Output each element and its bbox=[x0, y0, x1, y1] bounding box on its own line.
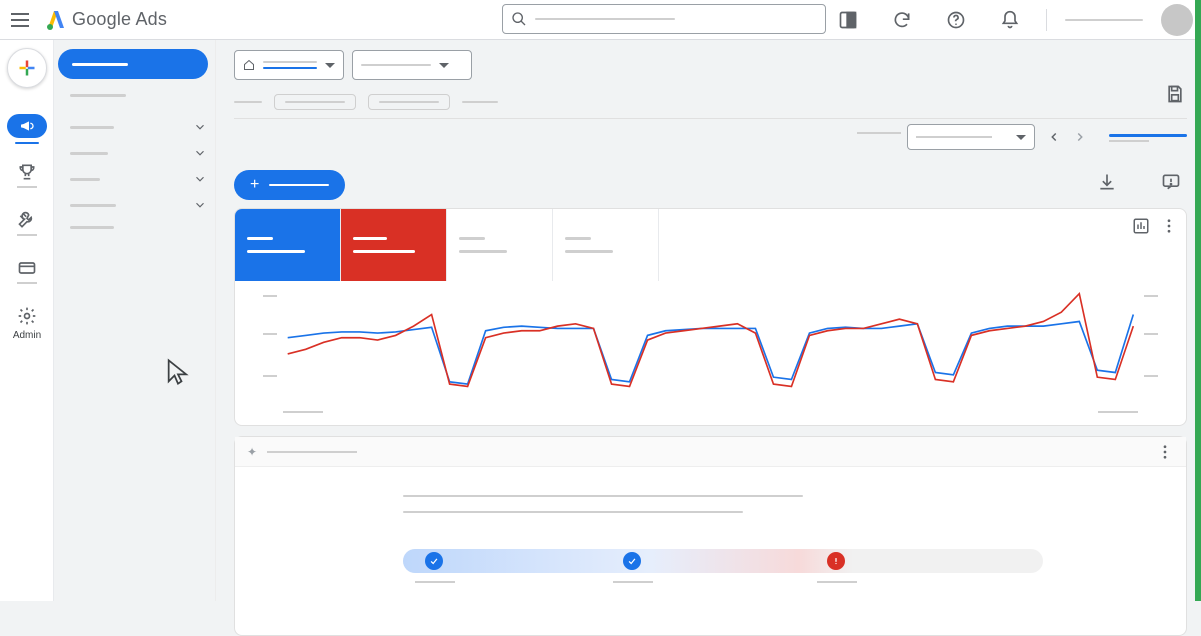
insight-card: ✦ bbox=[234, 436, 1187, 636]
chart-icon bbox=[1132, 217, 1150, 235]
insight-body-text bbox=[403, 495, 803, 513]
metric-tab-1[interactable] bbox=[341, 209, 447, 281]
left-rail: Admin bbox=[0, 40, 54, 601]
date-range-dropdown[interactable] bbox=[907, 124, 1035, 150]
appearance-icon bbox=[838, 10, 858, 30]
scroll-indicator bbox=[1195, 0, 1201, 601]
save-view-button[interactable] bbox=[1163, 82, 1187, 106]
insight-more-button[interactable] bbox=[1156, 443, 1174, 461]
appearance-button[interactable] bbox=[830, 2, 866, 38]
insight-title bbox=[267, 451, 357, 453]
expand-chart-button[interactable] bbox=[1132, 217, 1150, 235]
breadcrumb-3[interactable] bbox=[462, 101, 498, 103]
rail-tools[interactable] bbox=[0, 210, 54, 236]
date-next-button[interactable] bbox=[1067, 124, 1093, 150]
chevron-left-icon bbox=[1047, 130, 1061, 144]
chevron-right-icon bbox=[1073, 130, 1087, 144]
trophy-icon bbox=[17, 162, 37, 182]
refresh-button[interactable] bbox=[884, 2, 920, 38]
campaign-panel-row-4[interactable] bbox=[70, 196, 207, 214]
create-button[interactable] bbox=[7, 48, 47, 88]
campaign-panel-active[interactable] bbox=[58, 49, 208, 79]
rail-billing[interactable] bbox=[0, 258, 54, 284]
search-input[interactable] bbox=[502, 4, 826, 34]
header-utilities bbox=[830, 0, 1193, 40]
campaign-panel-section-5[interactable] bbox=[70, 226, 114, 229]
download-icon bbox=[1097, 172, 1117, 192]
insight-timeline bbox=[403, 549, 1043, 573]
refresh-icon bbox=[892, 10, 912, 30]
plus-multicolor-icon bbox=[17, 58, 37, 78]
metric-tab-3[interactable] bbox=[553, 209, 659, 281]
app-header: Google Ads bbox=[0, 0, 1201, 40]
compare-label bbox=[857, 132, 901, 134]
campaign-panel-row-2[interactable] bbox=[70, 144, 207, 162]
campaign-panel-row-3[interactable] bbox=[70, 170, 207, 188]
timeline-label-0 bbox=[415, 581, 455, 583]
campaign-panel bbox=[54, 40, 216, 601]
check-icon bbox=[429, 556, 439, 566]
help-icon bbox=[946, 10, 966, 30]
feedback-button[interactable] bbox=[1159, 170, 1183, 194]
timeline-node-0[interactable] bbox=[425, 552, 443, 570]
product-name-2: Ads bbox=[135, 9, 167, 29]
megaphone-icon bbox=[19, 118, 35, 134]
breadcrumb-0[interactable] bbox=[234, 101, 262, 103]
metric-tab-0[interactable] bbox=[235, 209, 341, 281]
timeline-label-2 bbox=[817, 581, 857, 583]
rail-admin[interactable]: Admin bbox=[0, 306, 54, 341]
campaign-panel-section-0[interactable] bbox=[70, 94, 126, 97]
date-prev-button[interactable] bbox=[1041, 124, 1067, 150]
more-vert-icon bbox=[1156, 443, 1174, 461]
chevron-down-icon bbox=[193, 198, 207, 212]
wrench-icon bbox=[17, 210, 37, 230]
sparkle-icon: ✦ bbox=[247, 445, 257, 459]
date-range-display[interactable] bbox=[1109, 134, 1187, 137]
metrics-chart bbox=[263, 289, 1158, 405]
avatar[interactable] bbox=[1161, 4, 1193, 36]
filter-scope-dropdown[interactable] bbox=[352, 50, 472, 80]
main-content: + bbox=[216, 40, 1201, 601]
gear-icon bbox=[17, 306, 37, 326]
breadcrumb-2[interactable] bbox=[368, 94, 450, 110]
check-icon bbox=[627, 556, 637, 566]
timeline-node-2[interactable] bbox=[827, 552, 845, 570]
metrics-card bbox=[234, 208, 1187, 426]
breadcrumb bbox=[234, 94, 498, 110]
metric-tabs bbox=[235, 209, 1186, 281]
timeline-node-1[interactable] bbox=[623, 552, 641, 570]
chevron-down-icon bbox=[193, 146, 207, 160]
rail-admin-label: Admin bbox=[13, 330, 41, 341]
new-campaign-button[interactable]: + bbox=[234, 170, 345, 200]
timeline-label-1 bbox=[613, 581, 653, 583]
chevron-down-icon bbox=[193, 120, 207, 134]
home-icon bbox=[243, 58, 255, 72]
product-name-1: Google bbox=[72, 9, 131, 29]
search-icon bbox=[511, 11, 527, 27]
scope-selectors bbox=[234, 50, 472, 80]
campaign-panel-row-1[interactable] bbox=[70, 118, 207, 136]
card-more-button[interactable] bbox=[1160, 217, 1178, 235]
rail-campaigns[interactable] bbox=[0, 114, 54, 144]
card-icon bbox=[17, 258, 37, 278]
breadcrumb-1[interactable] bbox=[274, 94, 356, 110]
alert-icon bbox=[831, 556, 841, 566]
feedback-icon bbox=[1161, 172, 1181, 192]
chevron-down-icon bbox=[193, 172, 207, 186]
rail-goals[interactable] bbox=[0, 162, 54, 188]
save-icon bbox=[1165, 84, 1185, 104]
plus-icon: + bbox=[250, 177, 259, 193]
bell-icon bbox=[1000, 10, 1020, 30]
notifications-button[interactable] bbox=[992, 2, 1028, 38]
help-button[interactable] bbox=[938, 2, 974, 38]
download-button[interactable] bbox=[1095, 170, 1119, 194]
main-menu-button[interactable] bbox=[0, 0, 40, 40]
ads-logo-icon bbox=[44, 8, 68, 32]
more-vert-icon bbox=[1160, 217, 1178, 235]
metric-tab-2[interactable] bbox=[447, 209, 553, 281]
product-logo[interactable]: Google Ads bbox=[44, 8, 167, 32]
account-scope-dropdown[interactable] bbox=[234, 50, 344, 80]
account-switcher[interactable] bbox=[1065, 19, 1143, 21]
